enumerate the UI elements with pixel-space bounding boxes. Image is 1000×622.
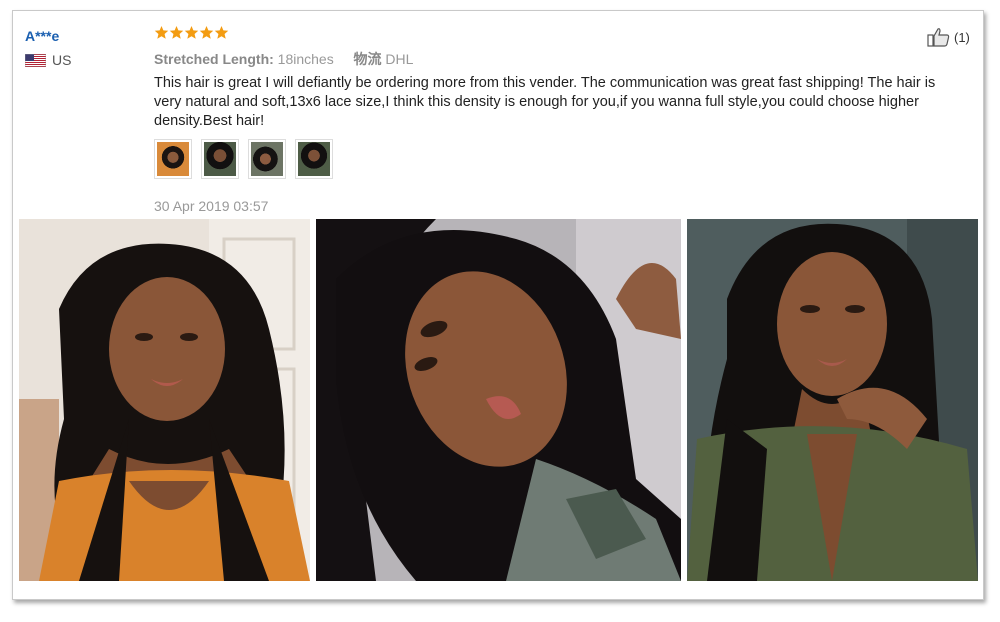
shipping-label: 物流 — [353, 51, 382, 67]
shipping-value: DHL — [385, 51, 414, 67]
photo-thumbnail[interactable] — [154, 139, 192, 179]
star-icon — [214, 25, 229, 39]
review-date: 30 Apr 2019 03:57 — [154, 198, 269, 214]
star-icon — [154, 25, 169, 39]
length-label: Stretched Length: — [154, 51, 274, 67]
star-icon — [199, 25, 214, 39]
length-value: 18inches — [277, 51, 334, 67]
star-icon — [169, 25, 184, 39]
helpful-count: (1) — [954, 29, 970, 45]
star-icon — [184, 25, 199, 39]
reviewer-country: US — [25, 52, 71, 68]
reviewer-name[interactable]: A***e — [25, 28, 59, 44]
product-attributes: Stretched Length: 18inches 物流 DHL — [154, 49, 413, 69]
photo-thumbnail[interactable] — [295, 139, 333, 179]
review-photo[interactable] — [19, 219, 310, 581]
helpful-button[interactable]: (1) — [927, 27, 970, 47]
us-flag-icon — [25, 53, 46, 67]
country-code: US — [52, 52, 72, 68]
thumbs-up-icon — [927, 28, 950, 47]
thumbnail-strip — [154, 139, 342, 179]
review-photo[interactable] — [687, 219, 978, 581]
photo-thumbnail[interactable] — [248, 139, 286, 179]
review-text: This hair is great I will defiantly be o… — [154, 75, 936, 129]
review-photo[interactable] — [316, 219, 681, 581]
star-rating — [154, 25, 229, 40]
review-card: A***e US Stretched Length: 18inches 物流 D… — [12, 10, 984, 600]
photo-thumbnail[interactable] — [201, 139, 239, 179]
